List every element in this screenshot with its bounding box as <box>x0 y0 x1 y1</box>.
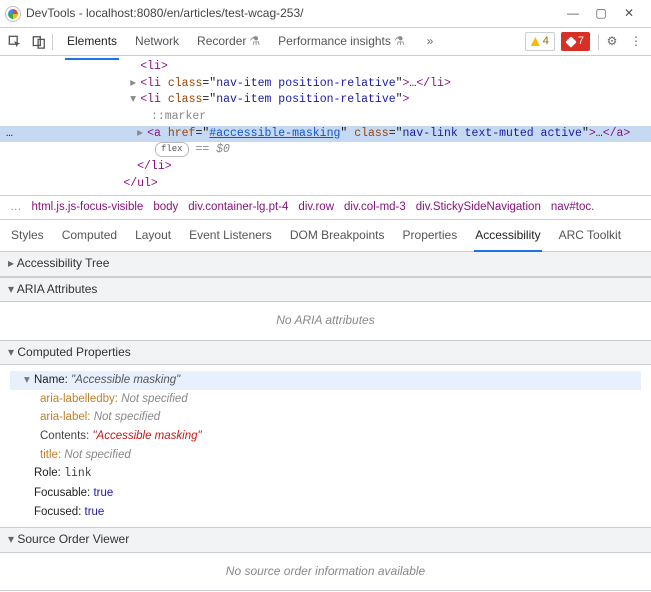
crumb-item[interactable]: div.StickySideNavigation <box>416 199 541 216</box>
main-toolbar: Elements Network Recorder⚗ Performance i… <box>0 28 651 56</box>
prop-title[interactable]: title: Not specified <box>10 446 641 465</box>
dom-node[interactable]: ▸<li class="nav-item position-relative">… <box>0 76 651 93</box>
section-header[interactable]: ARIA Attributes <box>0 278 651 302</box>
minimize-button[interactable]: — <box>567 5 579 22</box>
crumb-item[interactable]: body <box>153 199 178 216</box>
dom-tree[interactable]: <li> ▸<li class="nav-item position-relat… <box>0 56 651 196</box>
subtab-arc-toolkit[interactable]: ARC Toolkit <box>558 225 622 246</box>
crumb-item[interactable]: nav#toc. <box>551 199 594 216</box>
dom-node[interactable]: <li> <box>0 59 651 76</box>
issue-badges: 4 7 <box>525 32 590 52</box>
subtab-accessibility[interactable]: Accessibility <box>474 225 541 246</box>
crumb-item[interactable]: div.row <box>298 199 334 216</box>
section-accessibility-tree: Accessibility Tree <box>0 252 651 277</box>
window-title: DevTools - localhost:8080/en/articles/te… <box>26 5 561 22</box>
prop-name[interactable]: ▾Name: "Accessible masking" <box>10 371 641 390</box>
maximize-button[interactable]: ▢ <box>595 5 607 22</box>
prop-aria-label[interactable]: aria-label: Not specified <box>10 408 641 427</box>
subtab-event-listeners[interactable]: Event Listeners <box>188 225 273 246</box>
dom-node[interactable]: </ul> <box>0 176 651 193</box>
section-computed-properties: Computed Properties ▾Name: "Accessible m… <box>0 341 651 529</box>
more-tabs-button[interactable]: » <box>421 33 440 50</box>
subtab-dom-breakpoints[interactable]: DOM Breakpoints <box>289 225 386 246</box>
crumb-item[interactable]: div.col-md-3 <box>344 199 406 216</box>
error-icon <box>565 36 576 47</box>
window-titlebar: DevTools - localhost:8080/en/articles/te… <box>0 0 651 28</box>
subtab-layout[interactable]: Layout <box>134 225 172 246</box>
prop-focused[interactable]: Focused: true <box>10 503 641 522</box>
more-icon[interactable]: ⋮ <box>625 33 647 50</box>
flask-icon: ⚗ <box>394 33 405 50</box>
tab-elements[interactable]: Elements <box>65 29 119 54</box>
crumb-item[interactable]: div.container-lg.pt-4 <box>188 199 288 216</box>
warning-icon <box>531 37 540 46</box>
source-order-empty-message: No source order information available <box>0 553 651 590</box>
computed-properties-body: ▾Name: "Accessible masking" aria-labelle… <box>0 365 651 527</box>
warnings-badge[interactable]: 4 <box>525 32 555 52</box>
tab-recorder[interactable]: Recorder⚗ <box>195 29 262 55</box>
subtab-styles[interactable]: Styles <box>10 225 45 246</box>
prop-focusable[interactable]: Focusable: true <box>10 484 641 503</box>
subtab-properties[interactable]: Properties <box>402 225 459 246</box>
dom-node[interactable]: </li> <box>0 159 651 176</box>
prop-role[interactable]: Role: link <box>10 464 641 484</box>
elements-subtabs: Styles Computed Layout Event Listeners D… <box>0 220 651 252</box>
inspect-icon[interactable] <box>4 31 26 53</box>
prop-contents[interactable]: Contents: "Accessible masking" <box>10 427 641 446</box>
toolbar-separator <box>598 34 599 50</box>
crumb-item[interactable]: html.js.js-focus-visible <box>32 199 144 216</box>
device-toggle-icon[interactable] <box>28 31 50 53</box>
flex-badge[interactable]: flex <box>155 142 189 157</box>
subtab-computed[interactable]: Computed <box>61 225 118 246</box>
dom-node-selected[interactable]: … ▸<a href="#accessible-masking" class="… <box>0 126 651 143</box>
section-header[interactable]: Source Order Viewer <box>0 528 651 552</box>
settings-icon[interactable]: ⚙ <box>601 33 623 50</box>
section-header[interactable]: Computed Properties <box>0 341 651 365</box>
section-source-order-viewer: Source Order Viewer No source order info… <box>0 528 651 591</box>
href-link[interactable]: #accessible-masking <box>209 127 340 140</box>
prop-aria-labelledby[interactable]: aria-labelledby: Not specified <box>10 390 641 409</box>
dom-badge-row[interactable]: flex == $0 <box>0 142 651 159</box>
dom-node[interactable]: ▾<li class="nav-item position-relative"> <box>0 92 651 109</box>
errors-badge[interactable]: 7 <box>561 32 590 52</box>
crumb-overflow[interactable]: … <box>10 199 22 216</box>
section-aria-attributes: ARIA Attributes No ARIA attributes <box>0 278 651 341</box>
panel-tabs: Elements Network Recorder⚗ Performance i… <box>65 29 523 55</box>
tab-performance-insights[interactable]: Performance insights⚗ <box>276 29 406 55</box>
tab-network[interactable]: Network <box>133 29 181 54</box>
window-controls: — ▢ ✕ <box>567 5 635 22</box>
aria-empty-message: No ARIA attributes <box>0 302 651 339</box>
dom-breadcrumb[interactable]: … html.js.js-focus-visible body div.cont… <box>0 196 651 220</box>
dom-pseudo[interactable]: ::marker <box>0 109 651 126</box>
close-button[interactable]: ✕ <box>623 5 635 22</box>
devtools-logo <box>6 7 20 21</box>
toolbar-separator <box>52 34 53 50</box>
section-header[interactable]: Accessibility Tree <box>0 252 651 276</box>
flask-icon: ⚗ <box>249 33 260 50</box>
